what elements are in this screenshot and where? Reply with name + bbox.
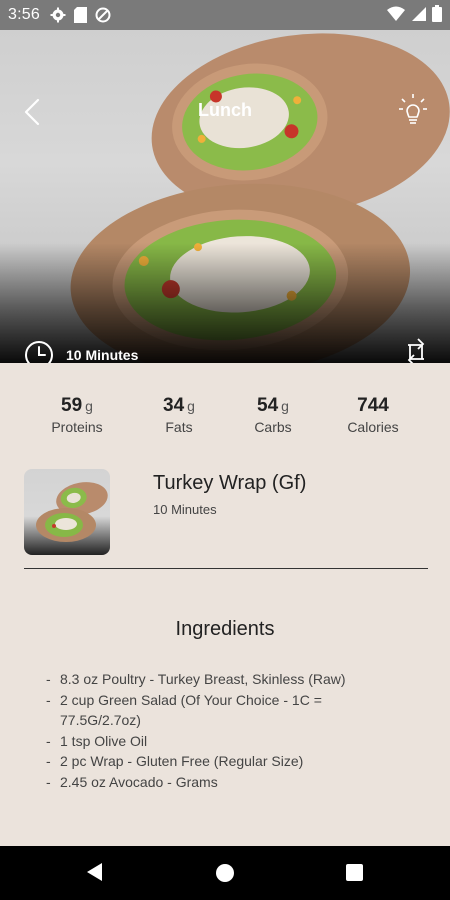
macro-carbs-label: Carbs xyxy=(254,419,292,435)
prep-time-label: 10 Minutes xyxy=(66,347,139,363)
status-time: 3:56 xyxy=(8,6,40,23)
nav-recents-icon[interactable] xyxy=(346,864,363,881)
recipe-time: 10 Minutes xyxy=(153,502,217,517)
macro-fats-value: 34 xyxy=(163,395,185,416)
macro-calories-label: Calories xyxy=(347,419,399,435)
macro-fats-label: Fats xyxy=(165,419,193,435)
back-arrow-icon[interactable] xyxy=(18,92,48,132)
settings-gear-icon xyxy=(50,7,66,23)
macro-proteins-label: Proteins xyxy=(51,419,103,435)
recipe-thumbnail[interactable] xyxy=(24,469,110,555)
clock-icon xyxy=(25,341,53,363)
macro-calories-value: 744 xyxy=(357,395,389,416)
macro-proteins-value: 59 xyxy=(61,395,83,416)
ingredient-item: 8.3 oz Poultry - Turkey Breast, Skinless… xyxy=(46,669,386,690)
turkey-wrap-thumbnail-photo xyxy=(36,482,108,542)
ingredients-list: 8.3 oz Poultry - Turkey Breast, Skinless… xyxy=(46,669,386,792)
ingredient-item: 1 tsp Olive Oil xyxy=(46,731,386,752)
battery-icon xyxy=(432,5,442,22)
macro-carbs: 54 g Carbs xyxy=(234,395,312,435)
macro-fats-unit: g xyxy=(187,398,195,414)
sd-card-icon xyxy=(73,7,87,23)
status-bar: 3:56 xyxy=(0,0,450,30)
status-icons-left xyxy=(50,7,111,23)
prep-time-row: 10 Minutes xyxy=(24,340,138,363)
ingredient-item: 2 cup Green Salad (Of Your Choice - 1C =… xyxy=(46,690,386,731)
screen-title: Lunch xyxy=(198,100,252,120)
cell-signal-icon xyxy=(412,6,426,21)
macros-summary: 59 g Proteins 34 g Fats 54 g Carbs 744 Calo… xyxy=(0,395,450,445)
lightbulb-icon[interactable] xyxy=(398,92,428,128)
nav-back-icon[interactable] xyxy=(86,862,104,882)
macro-carbs-value: 54 xyxy=(257,395,279,416)
section-divider xyxy=(24,568,428,569)
macro-carbs-unit: g xyxy=(281,398,289,414)
macro-fats: 34 g Fats xyxy=(140,395,218,435)
system-nav-bar xyxy=(0,846,450,900)
wifi-icon xyxy=(387,6,405,21)
macro-proteins-unit: g xyxy=(85,398,93,414)
ingredient-item: 2 pc Wrap - Gluten Free (Regular Size) xyxy=(46,751,386,772)
macro-proteins: 59 g Proteins xyxy=(38,395,116,435)
ingredient-item: 2.45 oz Avocado - Grams xyxy=(46,772,386,793)
nav-home-icon[interactable] xyxy=(216,864,234,882)
macro-calories: 744 Calories xyxy=(333,395,413,435)
status-icons-right xyxy=(387,5,442,22)
swap-meal-icon[interactable] xyxy=(402,335,430,363)
hero-image: Lunch 10 Minutes xyxy=(0,30,450,363)
data-saver-icon xyxy=(95,7,111,23)
recipe-title[interactable]: Turkey Wrap (Gf) xyxy=(153,472,306,495)
ingredients-heading: Ingredients xyxy=(175,618,275,640)
